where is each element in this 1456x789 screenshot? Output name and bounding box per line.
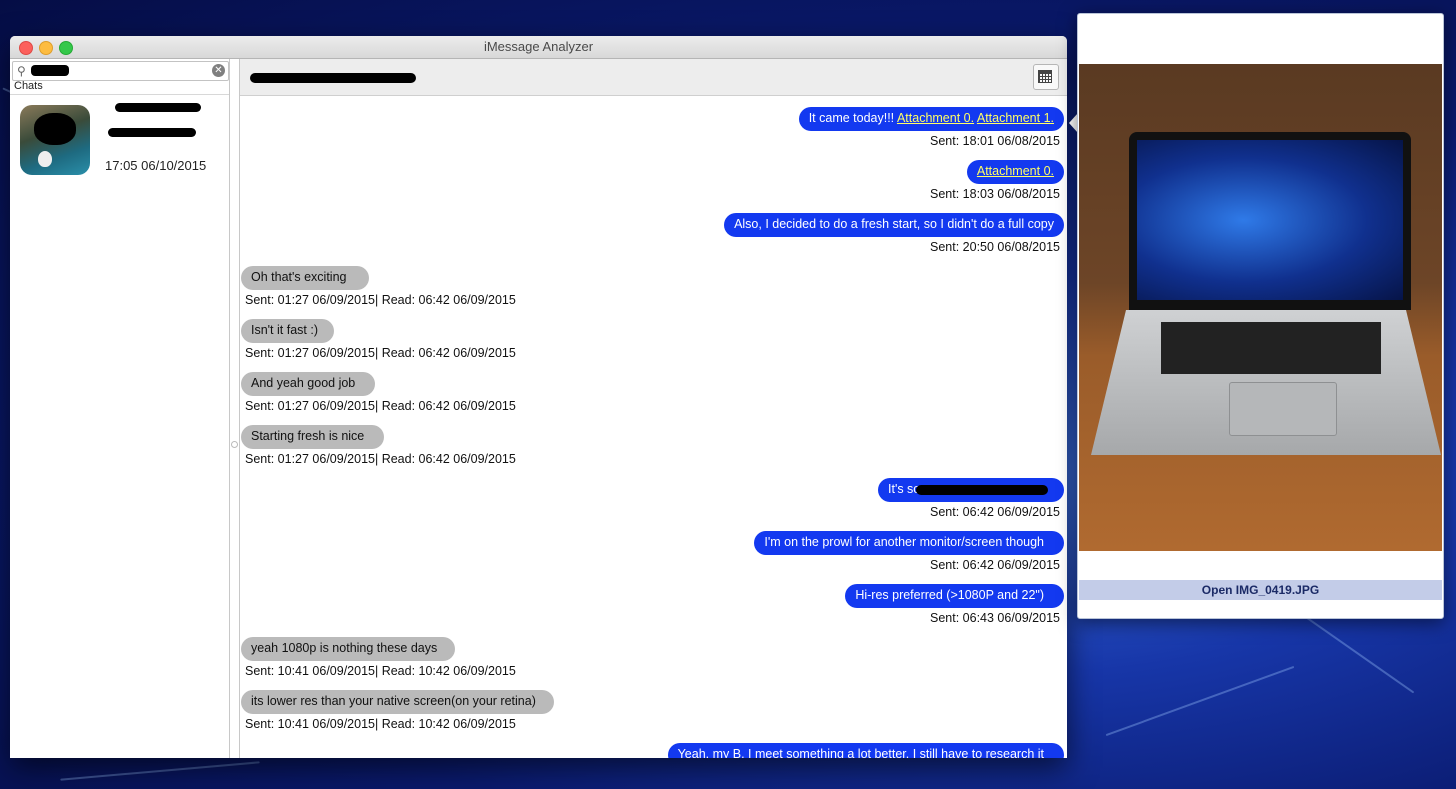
attachment-link[interactable]: Attachment 0. xyxy=(897,111,974,125)
window-title: iMessage Analyzer xyxy=(483,39,594,54)
message-meta: Sent: 06:42 06/09/2015 xyxy=(930,505,1060,519)
calendar-icon xyxy=(1038,70,1052,83)
received-message-bubble[interactable]: its lower res than your native screen(on… xyxy=(241,690,554,714)
sent-message-bubble[interactable]: It's so xyxy=(878,478,1064,502)
chat-last-date: 17:05 06/10/2015 xyxy=(105,158,207,173)
chat-list-item[interactable]: 17:05 06/10/2015 xyxy=(10,95,229,179)
conversation-pane: It came today!!! Attachment 0. Attachmen… xyxy=(239,59,1067,758)
avatar xyxy=(20,105,90,175)
contact-detail-redacted xyxy=(108,128,196,137)
message-meta: Sent: 06:43 06/09/2015 xyxy=(930,611,1060,625)
conversation-header xyxy=(240,59,1067,96)
message-meta: Sent: 01:27 06/09/2015| Read: 06:42 06/0… xyxy=(245,399,516,413)
received-message-bubble[interactable]: yeah 1080p is nothing these days xyxy=(241,637,456,661)
attachment-link[interactable]: Attachment 0. xyxy=(977,164,1054,178)
sent-message-bubble[interactable]: Attachment 0. xyxy=(966,160,1064,184)
wallpaper-streak xyxy=(60,761,260,781)
message-meta: Sent: 18:03 06/08/2015 xyxy=(930,187,1060,201)
conversation-title-redacted xyxy=(250,73,416,83)
message-list[interactable]: It came today!!! Attachment 0. Attachmen… xyxy=(240,96,1067,758)
sent-message-bubble[interactable]: Also, I decided to do a fresh start, so … xyxy=(724,213,1064,237)
message-text-redacted xyxy=(916,485,1048,495)
sent-message-bubble[interactable]: It came today!!! Attachment 0. Attachmen… xyxy=(798,107,1064,131)
photo-world-map-wallpaper xyxy=(1137,140,1403,300)
received-message-bubble[interactable]: And yeah good job xyxy=(241,372,376,396)
message-meta: Sent: 06:42 06/09/2015 xyxy=(930,558,1060,572)
close-window-button[interactable] xyxy=(19,41,33,55)
received-message-bubble[interactable]: Oh that's exciting xyxy=(241,266,369,290)
photo-laptop-screen xyxy=(1129,132,1411,310)
zoom-window-button[interactable] xyxy=(59,41,73,55)
sidebar: ⚲ ✕ Chats 17:05 06/10/2015 xyxy=(10,59,230,758)
title-bar: iMessage Analyzer xyxy=(10,36,1067,59)
clear-search-icon[interactable]: ✕ xyxy=(212,64,225,77)
photo-trackpad xyxy=(1229,382,1337,436)
search-query-redacted xyxy=(31,65,69,76)
attachment-preview-popover: Open IMG_0419.JPG xyxy=(1077,13,1444,619)
search-icon: ⚲ xyxy=(17,64,26,78)
sent-message-bubble[interactable]: Yeah, my B. I meet something a lot bette… xyxy=(667,743,1064,758)
avatar-redaction xyxy=(34,113,76,145)
photo-keyboard xyxy=(1161,322,1381,374)
calendar-button[interactable] xyxy=(1033,64,1059,90)
message-meta: Sent: 18:01 06/08/2015 xyxy=(930,134,1060,148)
open-attachment-button[interactable]: Open IMG_0419.JPG xyxy=(1079,580,1442,600)
splitter-handle[interactable] xyxy=(231,441,238,448)
attachment-photo xyxy=(1079,64,1442,551)
imessage-analyzer-window: iMessage Analyzer ⚲ ✕ Chats 17:05 06/10/… xyxy=(10,36,1067,758)
search-field[interactable]: ⚲ ✕ xyxy=(12,61,229,81)
message-meta: Sent: 10:41 06/09/2015| Read: 10:42 06/0… xyxy=(245,664,516,678)
message-meta: Sent: 01:27 06/09/2015| Read: 06:42 06/0… xyxy=(245,346,516,360)
attachment-link[interactable]: Attachment 1. xyxy=(977,111,1054,125)
contact-name-redacted xyxy=(115,103,201,112)
chats-section-label: Chats xyxy=(14,80,43,92)
message-meta: Sent: 01:27 06/09/2015| Read: 06:42 06/0… xyxy=(245,293,516,307)
wallpaper-streak xyxy=(1105,665,1295,737)
message-meta: Sent: 01:27 06/09/2015| Read: 06:42 06/0… xyxy=(245,452,516,466)
message-meta: Sent: 20:50 06/08/2015 xyxy=(930,240,1060,254)
received-message-bubble[interactable]: Isn't it fast :) xyxy=(241,319,334,343)
apple-logo-icon xyxy=(38,151,52,167)
minimize-window-button[interactable] xyxy=(39,41,53,55)
sent-message-bubble[interactable]: I'm on the prowl for another monitor/scr… xyxy=(754,531,1064,555)
received-message-bubble[interactable]: Starting fresh is nice xyxy=(241,425,385,449)
message-meta: Sent: 10:41 06/09/2015| Read: 10:42 06/0… xyxy=(245,717,516,731)
sent-message-bubble[interactable]: Hi-res preferred (>1080P and 22") xyxy=(845,584,1064,608)
